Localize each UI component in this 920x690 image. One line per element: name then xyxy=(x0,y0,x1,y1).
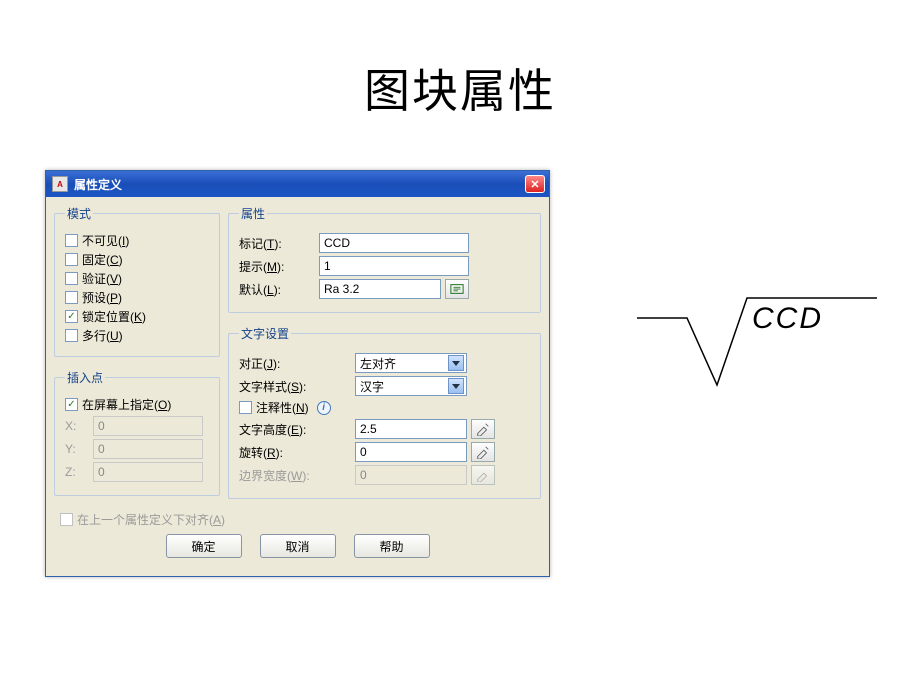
insert-x-input xyxy=(93,416,203,436)
ok-button[interactable]: 确定 xyxy=(166,534,242,558)
group-text-settings: 文字设置 对正(J): 左对齐 文字样式(S): 汉字 注释性(N) i xyxy=(228,325,541,499)
checkbox[interactable] xyxy=(65,310,78,323)
attr-prompt-row: 提示(M): xyxy=(239,256,530,276)
align-previous: 在上一个属性定义下对齐(A) xyxy=(60,511,541,528)
chevron-down-icon xyxy=(448,378,464,394)
specify-on-screen[interactable]: 在屏幕上指定(O) xyxy=(65,396,209,413)
mode-invisible[interactable]: 不可见(I) xyxy=(65,232,209,249)
text-rotation-input[interactable] xyxy=(355,442,467,462)
text-rotation-row: 旋转(R): xyxy=(239,442,530,462)
dialog-titlebar[interactable]: A 属性定义 ✕ xyxy=(46,171,549,197)
group-attribute: 属性 标记(T): 提示(M): 默认(L): xyxy=(228,205,541,313)
app-icon: A xyxy=(52,176,68,192)
mode-constant[interactable]: 固定(C) xyxy=(65,251,209,268)
mode-lock-position[interactable]: 锁定位置(K) xyxy=(65,308,209,325)
pick-bwidth-button xyxy=(471,465,495,485)
text-style-row: 文字样式(S): 汉字 xyxy=(239,376,530,396)
checkbox[interactable] xyxy=(65,234,78,247)
pick-rotation-button[interactable] xyxy=(471,442,495,462)
group-insert-point: 插入点 在屏幕上指定(O) X: Y: Z: xyxy=(54,369,220,496)
checkbox xyxy=(60,513,73,526)
mode-multiline[interactable]: 多行(U) xyxy=(65,327,209,344)
close-button[interactable]: ✕ xyxy=(525,175,545,193)
mode-preset[interactable]: 预设(P) xyxy=(65,289,209,306)
text-height-row: 文字高度(E): xyxy=(239,419,530,439)
symbol-text: CCD xyxy=(752,302,823,335)
insert-y-row: Y: xyxy=(65,439,209,459)
checkbox[interactable] xyxy=(65,398,78,411)
text-justify-row: 对正(J): 左对齐 xyxy=(239,353,530,373)
text-style-select[interactable]: 汉字 xyxy=(355,376,467,396)
help-button[interactable]: 帮助 xyxy=(354,534,430,558)
roughness-symbol: CCD xyxy=(632,280,882,400)
dialog-title: 属性定义 xyxy=(74,176,525,193)
insert-z-input xyxy=(93,462,203,482)
page-title: 图块属性 xyxy=(0,55,920,121)
group-mode-legend: 模式 xyxy=(65,205,93,222)
checkbox[interactable] xyxy=(65,329,78,342)
group-insert-legend: 插入点 xyxy=(65,369,105,386)
text-height-input[interactable] xyxy=(355,419,467,439)
checkbox[interactable] xyxy=(65,253,78,266)
insert-x-row: X: xyxy=(65,416,209,436)
attr-default-input[interactable] xyxy=(319,279,441,299)
text-justify-select[interactable]: 左对齐 xyxy=(355,353,467,373)
checkbox[interactable] xyxy=(65,272,78,285)
insert-y-input xyxy=(93,439,203,459)
chevron-down-icon xyxy=(448,355,464,371)
checkbox[interactable] xyxy=(65,291,78,304)
text-annotative[interactable]: 注释性(N) i xyxy=(239,399,530,416)
insert-z-row: Z: xyxy=(65,462,209,482)
info-icon[interactable]: i xyxy=(317,401,331,415)
attr-tag-row: 标记(T): xyxy=(239,233,530,253)
attribute-definition-dialog: A 属性定义 ✕ 模式 不可见(I) 固定(C) 验证(V) 预设(P) 锁定位… xyxy=(45,170,550,577)
mode-verify[interactable]: 验证(V) xyxy=(65,270,209,287)
attr-default-row: 默认(L): xyxy=(239,279,530,299)
attr-prompt-input[interactable] xyxy=(319,256,469,276)
cancel-button[interactable]: 取消 xyxy=(260,534,336,558)
group-text-legend: 文字设置 xyxy=(239,325,291,342)
button-bar: 确定 取消 帮助 xyxy=(54,530,541,568)
insert-field-button[interactable] xyxy=(445,279,469,299)
group-attribute-legend: 属性 xyxy=(239,205,267,222)
attr-tag-input[interactable] xyxy=(319,233,469,253)
group-mode: 模式 不可见(I) 固定(C) 验证(V) 预设(P) 锁定位置(K) 多行(U… xyxy=(54,205,220,357)
text-bwidth-row: 边界宽度(W): xyxy=(239,465,530,485)
checkbox[interactable] xyxy=(239,401,252,414)
pick-height-button[interactable] xyxy=(471,419,495,439)
text-bwidth-input xyxy=(355,465,467,485)
